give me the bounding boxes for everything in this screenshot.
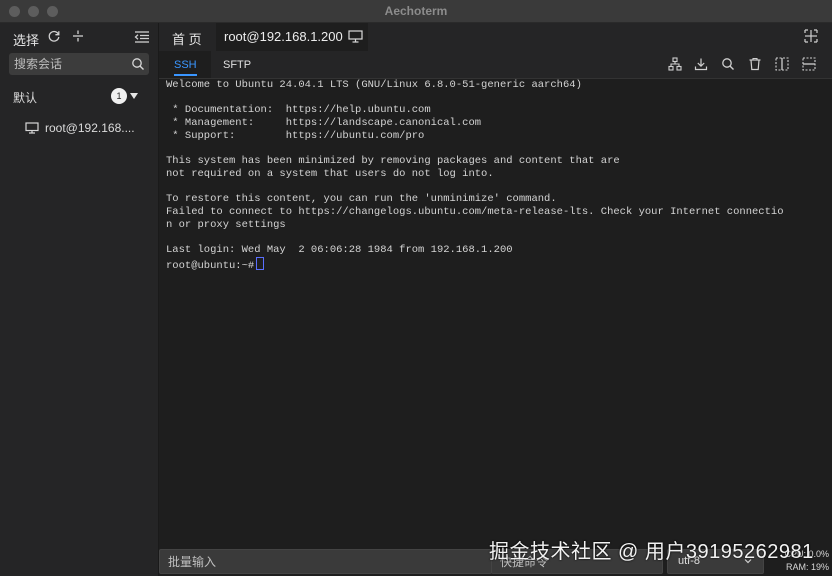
sidebar-toolbar: 选择 bbox=[0, 23, 158, 51]
chevron-down-icon[interactable] bbox=[130, 93, 138, 99]
tab-ssh-label: SSH bbox=[174, 59, 197, 71]
session-search-input[interactable] bbox=[9, 53, 124, 75]
sidebar: 选择 默认 1 root@192.168.... bbox=[0, 23, 159, 576]
split-vertical-icon[interactable] bbox=[775, 57, 789, 71]
terminal-cursor bbox=[256, 256, 265, 270]
download-icon[interactable] bbox=[694, 57, 708, 71]
title-bar: Aechoterm bbox=[0, 0, 832, 23]
terminal-line: To restore this content, you can run the… bbox=[166, 193, 557, 206]
terminal-output[interactable]: Welcome to Ubuntu 24.04.1 LTS (GNU/Linux… bbox=[159, 79, 832, 546]
search-icon[interactable] bbox=[721, 57, 735, 71]
terminal-line: * Management: https://landscape.canonica… bbox=[166, 117, 482, 130]
tab-ssh[interactable]: SSH bbox=[159, 51, 211, 78]
terminal-line: * Documentation: https://help.ubuntu.com bbox=[166, 104, 431, 117]
watermark: 掘金技术社区 @ 用户39195262981 bbox=[489, 541, 814, 563]
terminal-line: Failed to connect to https://changelogs.… bbox=[166, 206, 784, 218]
group-count-badge: 1 bbox=[111, 88, 127, 104]
tab-session-label: root@192.168.1.200 bbox=[224, 29, 343, 44]
session-item-label: root@192.168.... bbox=[45, 121, 135, 135]
split-icon[interactable] bbox=[71, 29, 85, 43]
split-horizontal-icon[interactable] bbox=[802, 57, 816, 71]
select-button[interactable]: 选择 bbox=[13, 30, 39, 49]
tab-session[interactable]: root@192.168.1.200 bbox=[216, 23, 368, 51]
batch-input-box bbox=[159, 549, 492, 574]
terminal-line: not required on a system that users do n… bbox=[166, 167, 494, 180]
terminal-line: This system has been minimized by removi… bbox=[166, 155, 620, 168]
terminal-line: * Support: https://ubuntu.com/pro bbox=[166, 129, 425, 142]
refresh-icon[interactable] bbox=[47, 29, 61, 43]
sub-tab-bar: SSH SFTP bbox=[159, 51, 832, 79]
tab-home[interactable]: 首 页 bbox=[172, 29, 202, 48]
monitor-icon bbox=[25, 122, 39, 134]
session-search bbox=[9, 53, 149, 75]
monitor-icon bbox=[348, 30, 363, 43]
terminal-line: Last login: Wed May 2 06:06:28 1984 from… bbox=[166, 244, 513, 257]
network-icon[interactable] bbox=[668, 57, 682, 71]
session-item[interactable]: root@192.168.... bbox=[25, 120, 145, 138]
search-icon[interactable] bbox=[131, 57, 145, 71]
layout-grid-icon[interactable] bbox=[804, 29, 818, 43]
tab-sftp[interactable]: SFTP bbox=[223, 59, 251, 71]
active-tab-indicator bbox=[174, 74, 197, 76]
window-title: Aechoterm bbox=[384, 4, 448, 18]
collapse-sidebar-icon[interactable] bbox=[134, 30, 150, 44]
batch-input[interactable] bbox=[160, 550, 488, 573]
tab-bar: 首 页 root@192.168.1.200 bbox=[159, 23, 832, 51]
terminal-line: n or proxy settings bbox=[166, 218, 286, 231]
terminal-line: Welcome to Ubuntu 24.04.1 LTS (GNU/Linux… bbox=[166, 79, 582, 91]
group-default-label[interactable]: 默认 bbox=[13, 89, 37, 106]
terminal-prompt-line[interactable]: root@ubuntu:~# bbox=[166, 256, 265, 272]
terminal-prompt: root@ubuntu:~# bbox=[166, 259, 255, 272]
trash-icon[interactable] bbox=[748, 57, 762, 71]
